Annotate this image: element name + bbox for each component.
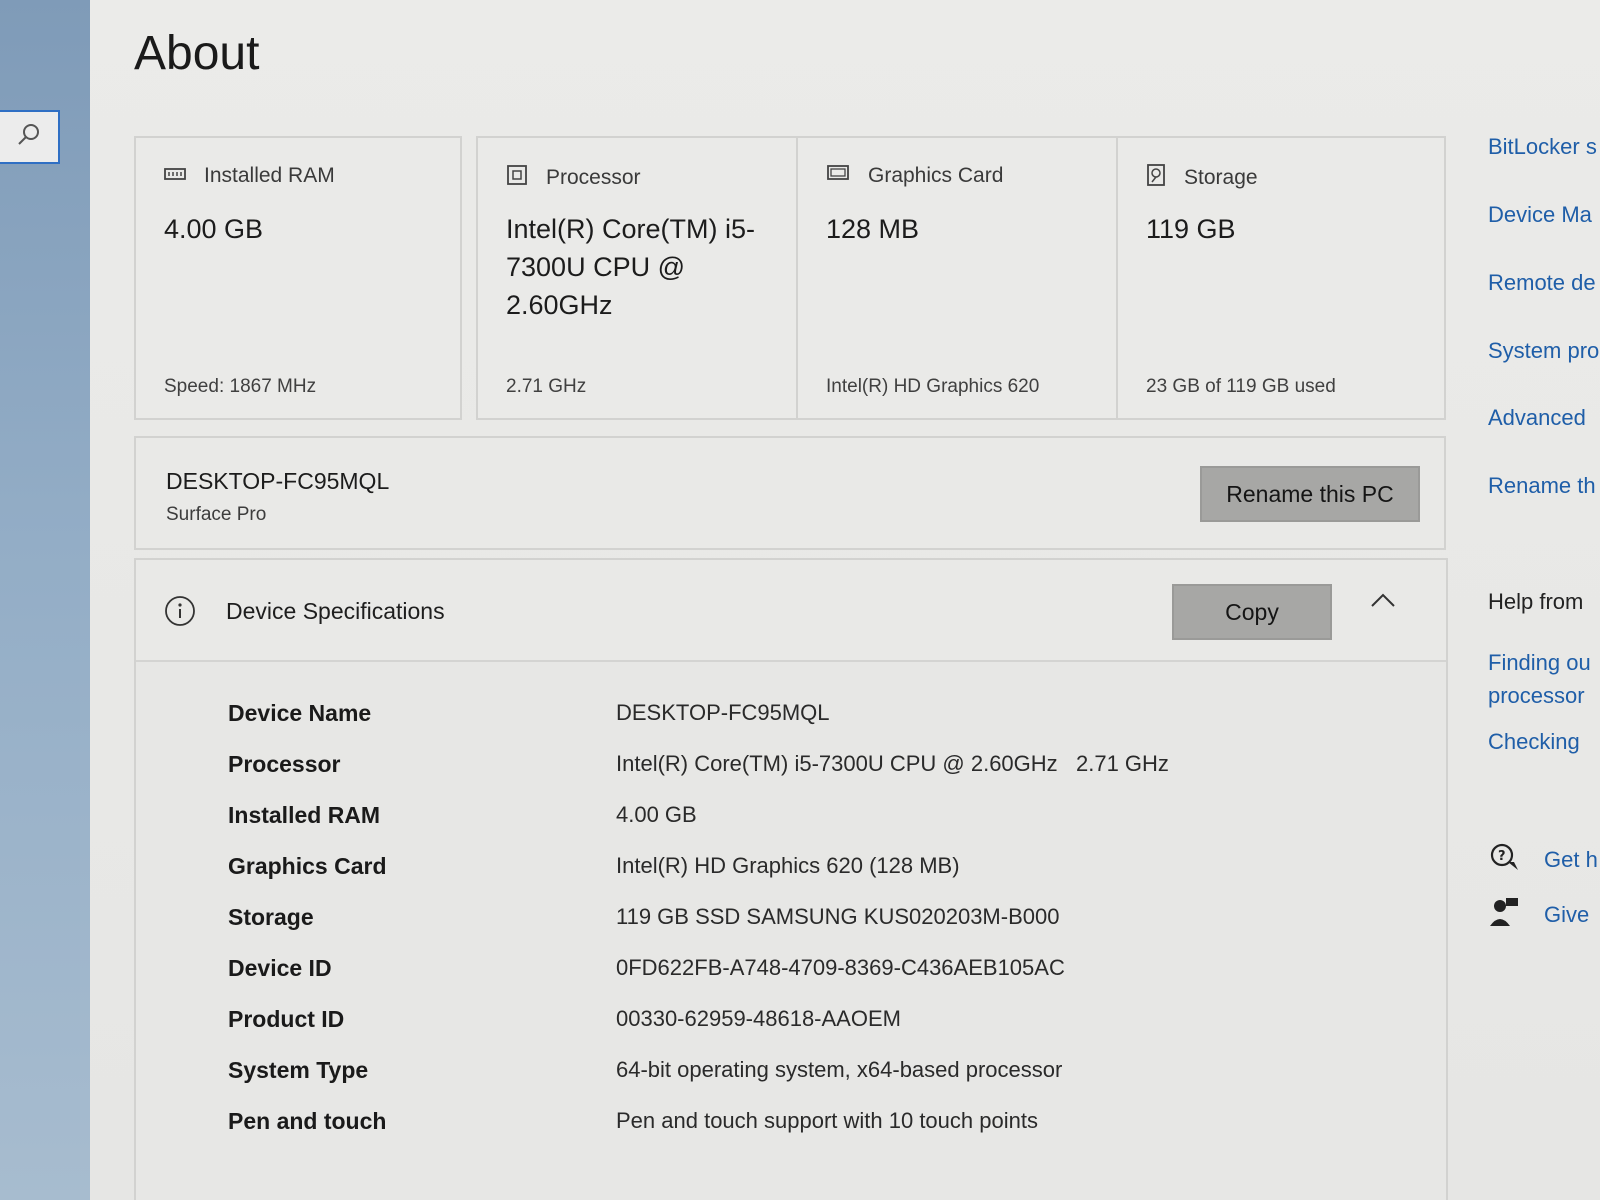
spec-row-system-type: System Type 64-bit operating system, x64… <box>136 1057 1446 1097</box>
chevron-up-icon[interactable] <box>1370 592 1396 613</box>
specs-header[interactable]: Device Specifications Copy <box>136 560 1446 662</box>
spec-row-device-id: Device ID 0FD622FB-A748-4709-8369-C436AE… <box>136 955 1446 995</box>
search-icon <box>16 122 42 153</box>
spec-row-product-id: Product ID 00330-62959-48618-AAOEM <box>136 1006 1446 1046</box>
card-subtext: Speed: 1867 MHz <box>164 376 317 397</box>
spec-label: Pen and touch <box>228 1108 387 1134</box>
installed-ram-card: Installed RAM 4.00 GB Speed: 1867 MHz <box>134 136 462 420</box>
system-protection-link[interactable]: System pro <box>1488 338 1599 364</box>
card-label: Storage <box>1184 166 1258 189</box>
graphics-card-card: Graphics Card 128 MB Intel(R) HD Graphic… <box>796 136 1122 420</box>
spec-value: 4.00 GB <box>616 802 697 827</box>
bitlocker-link[interactable]: BitLocker s <box>1488 134 1597 160</box>
info-icon <box>164 595 196 632</box>
device-manager-link[interactable]: Device Ma <box>1488 202 1592 228</box>
spec-label: Graphics Card <box>228 853 387 879</box>
spec-row-installed-ram: Installed RAM 4.00 GB <box>136 802 1446 842</box>
spec-row-pen-and-touch: Pen and touch Pen and touch support with… <box>136 1108 1446 1148</box>
spec-label: Storage <box>228 904 314 930</box>
card-label: Installed RAM <box>204 164 335 187</box>
card-subtext: Intel(R) HD Graphics 620 <box>826 376 1040 397</box>
left-navigation-strip <box>0 0 90 1200</box>
help-link-finding-out[interactable]: Finding ou <box>1488 650 1591 676</box>
pc-model: Surface Pro <box>166 504 267 525</box>
feedback-icon <box>1488 896 1544 934</box>
get-help-link[interactable]: ? Get h <box>1488 842 1598 878</box>
spec-value: 0FD622FB-A748-4709-8369-C436AEB105AC <box>616 955 1065 980</box>
spec-row-processor: Processor Intel(R) Core(TM) i5-7300U CPU… <box>136 751 1446 791</box>
spec-label: Device Name <box>228 700 372 726</box>
advanced-settings-link[interactable]: Advanced <box>1488 405 1586 431</box>
spec-row-graphics-card: Graphics Card Intel(R) HD Graphics 620 (… <box>136 853 1446 893</box>
storage-icon <box>1146 164 1184 192</box>
spec-label: Processor <box>228 751 341 777</box>
spec-label: Product ID <box>228 1006 345 1032</box>
card-subtext: 23 GB of 119 GB used <box>1146 376 1336 397</box>
spec-label: Installed RAM <box>228 802 381 828</box>
storage-card: Storage 119 GB 23 GB of 119 GB used <box>1116 136 1446 420</box>
card-value: 4.00 GB <box>164 214 264 244</box>
graphics-card-icon <box>826 164 868 188</box>
ram-icon <box>164 164 204 188</box>
help-link-checking[interactable]: Checking <box>1488 729 1580 755</box>
copy-button[interactable]: Copy <box>1172 584 1332 640</box>
page-title: About <box>134 27 260 80</box>
card-value: 119 GB <box>1146 214 1236 244</box>
card-subtext: 2.71 GHz <box>506 376 587 397</box>
processor-icon <box>506 164 546 192</box>
rename-pc-button[interactable]: Rename this PC <box>1200 466 1420 522</box>
card-value: 128 MB <box>826 214 920 244</box>
rename-pc-link[interactable]: Rename th <box>1488 473 1596 499</box>
spec-value: Intel(R) Core(TM) i5-7300U CPU @ 2.60GHz… <box>616 751 1169 776</box>
spec-row-device-name: Device Name DESKTOP-FC95MQL <box>136 700 1446 740</box>
main-content: About Installed RAM 4.00 GB Speed: 1867 … <box>90 0 1600 1200</box>
give-feedback-link[interactable]: Give <box>1488 896 1589 934</box>
processor-card: Processor Intel(R) Core(TM) i5-7300U CPU… <box>476 136 804 420</box>
get-help-icon: ? <box>1488 842 1544 878</box>
card-label: Graphics Card <box>868 164 1004 187</box>
spec-value: 00330-62959-48618-AAOEM <box>616 1006 901 1031</box>
pc-name-panel: DESKTOP-FC95MQL Surface Pro Rename this … <box>134 436 1446 550</box>
search-button[interactable] <box>0 110 60 164</box>
help-link-processor[interactable]: processor <box>1488 683 1585 709</box>
specs-title: Device Specifications <box>226 598 445 624</box>
pc-name: DESKTOP-FC95MQL <box>166 468 390 494</box>
related-settings-column: BitLocker s Device Ma Remote de System p… <box>1488 0 1600 1200</box>
spec-value: 119 GB SSD SAMSUNG KUS020203M-B000 <box>616 904 1060 929</box>
remote-desktop-link[interactable]: Remote de <box>1488 270 1596 296</box>
spec-label: Device ID <box>228 955 332 981</box>
spec-label: System Type <box>228 1057 369 1083</box>
device-specifications-panel: Device Specifications Copy Device Name D… <box>134 558 1448 1200</box>
svg-text:?: ? <box>1498 849 1506 864</box>
card-value: Intel(R) Core(TM) i5-7300U CPU @ 2.60GHz <box>506 214 756 320</box>
card-label: Processor <box>546 166 641 189</box>
spec-value: Intel(R) HD Graphics 620 (128 MB) <box>616 853 960 878</box>
spec-row-storage: Storage 119 GB SSD SAMSUNG KUS020203M-B0… <box>136 904 1446 944</box>
spec-value: Pen and touch support with 10 touch poin… <box>616 1108 1038 1133</box>
help-heading: Help from <box>1488 589 1584 614</box>
spec-value: DESKTOP-FC95MQL <box>616 700 830 725</box>
spec-value: 64-bit operating system, x64-based proce… <box>616 1057 1063 1082</box>
